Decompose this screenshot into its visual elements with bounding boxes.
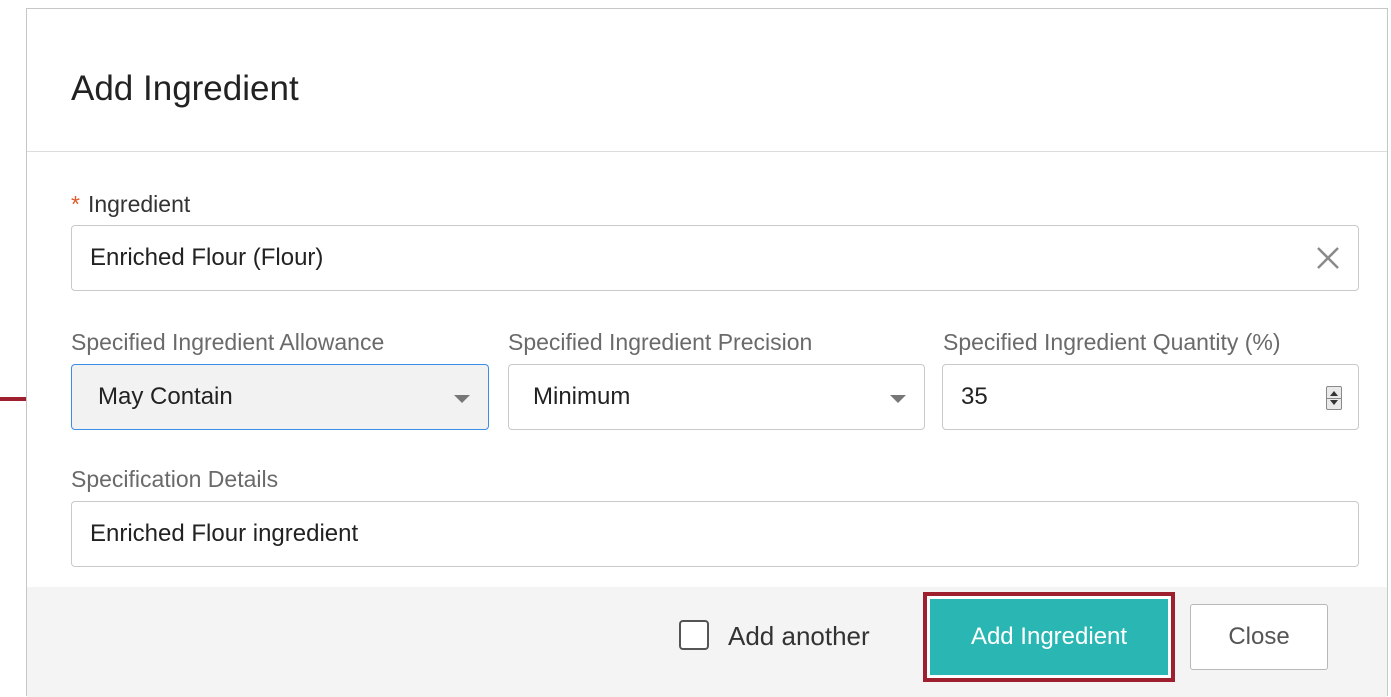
caret-down-icon bbox=[454, 395, 470, 403]
spinner-down-icon[interactable] bbox=[1330, 400, 1338, 405]
ingredient-value: Enriched Flour (Flour) bbox=[90, 244, 324, 271]
required-asterisk: * bbox=[71, 191, 80, 217]
close-x-icon[interactable] bbox=[1310, 240, 1346, 276]
add-another-label[interactable]: Add another bbox=[728, 621, 870, 652]
quantity-value: 35 bbox=[961, 383, 988, 410]
allowance-label: Specified Ingredient Allowance bbox=[71, 329, 385, 355]
dialog-header: Add Ingredient bbox=[27, 9, 1387, 152]
ingredient-label-wrap: * Ingredient bbox=[71, 191, 190, 218]
precision-value: Minimum bbox=[533, 383, 631, 410]
dialog-title: Add Ingredient bbox=[71, 69, 299, 108]
details-input[interactable]: Enriched Flour ingredient bbox=[71, 501, 1359, 567]
number-spinner-icon[interactable] bbox=[1326, 386, 1342, 410]
close-button[interactable]: Close bbox=[1190, 604, 1328, 670]
allowance-select[interactable]: May Contain bbox=[71, 364, 489, 430]
ingredient-input[interactable]: Enriched Flour (Flour) bbox=[71, 225, 1359, 291]
add-ingredient-button[interactable]: Add Ingredient bbox=[930, 599, 1168, 675]
details-value: Enriched Flour ingredient bbox=[90, 520, 359, 547]
allowance-value: May Contain bbox=[98, 383, 233, 410]
ingredient-label: Ingredient bbox=[87, 191, 191, 217]
quantity-stepper[interactable]: 35 bbox=[942, 364, 1359, 430]
quantity-label: Specified Ingredient Quantity (%) bbox=[943, 329, 1281, 355]
add-ingredient-highlight: Add Ingredient bbox=[923, 592, 1175, 682]
add-ingredient-dialog: Add Ingredient * Ingredient Enriched Flou… bbox=[26, 8, 1388, 697]
spinner-up-icon[interactable] bbox=[1330, 391, 1338, 396]
caret-down-icon bbox=[890, 395, 906, 403]
precision-select[interactable]: Minimum bbox=[508, 364, 925, 430]
add-another-checkbox[interactable] bbox=[679, 620, 709, 650]
details-label: Specification Details bbox=[71, 466, 279, 492]
precision-label: Specified Ingredient Precision bbox=[508, 329, 813, 355]
spinner-divider bbox=[1327, 398, 1341, 399]
